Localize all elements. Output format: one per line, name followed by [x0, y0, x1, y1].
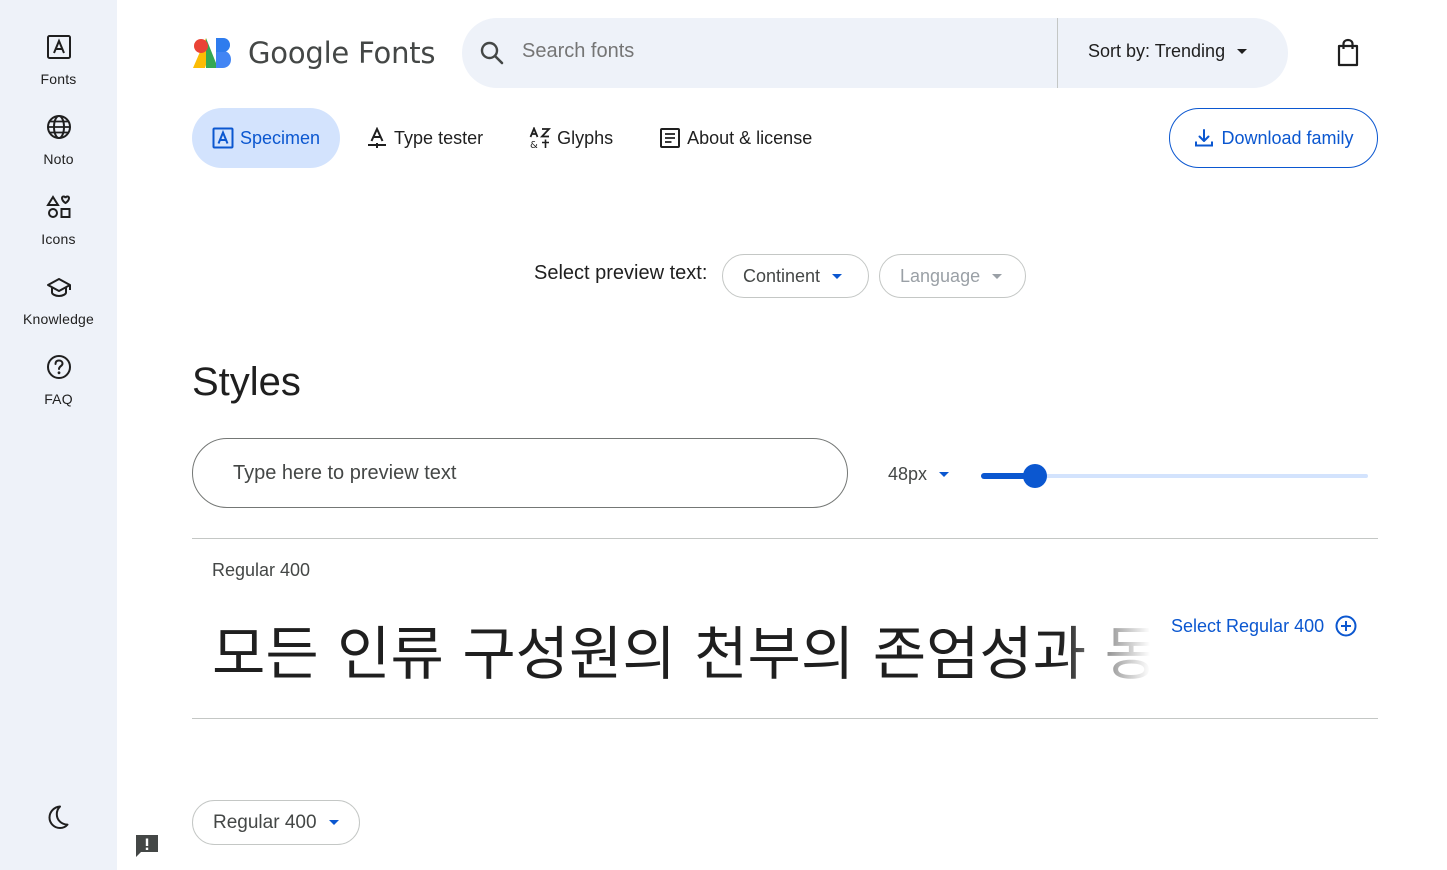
font-size-dropdown[interactable]: 48px — [888, 464, 950, 485]
font-size-label: 48px — [888, 464, 928, 484]
weight-dropdown[interactable]: Regular 400 — [192, 800, 360, 845]
chevron-down-icon — [832, 273, 843, 279]
weight-label: Regular 400 — [213, 811, 317, 833]
download-label: Download family — [1221, 127, 1354, 148]
tab-about-license[interactable]: About & license — [639, 108, 832, 168]
style-name: Regular 400 — [212, 560, 311, 580]
help-circle-icon — [45, 353, 73, 381]
search-icon — [478, 39, 506, 67]
tab-label: About & license — [687, 127, 813, 148]
glyphs-icon: & — [529, 127, 552, 149]
globe-icon — [45, 113, 73, 141]
language-dropdown[interactable]: Language — [879, 254, 1026, 298]
type-tester-icon — [366, 127, 388, 149]
select-style-label: Select Regular 400 — [1171, 615, 1325, 636]
tab-label: Glyphs — [557, 127, 614, 148]
divider — [192, 538, 1378, 539]
feedback-icon[interactable] — [133, 832, 161, 860]
dark-mode-icon[interactable] — [43, 803, 71, 831]
styles-heading: Styles — [192, 360, 301, 404]
navigation-rail: Fonts Noto Icons Knowledge FAQ — [0, 0, 117, 870]
add-circle-icon — [1334, 614, 1358, 638]
svg-text:&: & — [530, 140, 538, 149]
continent-label: Continent — [743, 265, 821, 286]
tab-label: Type tester — [394, 127, 484, 148]
google-fonts-logo[interactable]: Google Fonts — [192, 36, 436, 70]
slider-thumb[interactable] — [1023, 464, 1048, 488]
sample-fade — [1060, 612, 1150, 696]
shopping-bag-icon[interactable] — [1334, 38, 1362, 68]
chevron-down-icon — [328, 820, 339, 825]
download-icon — [1193, 127, 1215, 149]
tab-type-tester[interactable]: Type tester — [346, 108, 503, 168]
preview-text-input[interactable] — [192, 438, 848, 508]
shapes-icon — [45, 193, 73, 221]
preview-text-label: Select preview text: — [534, 262, 708, 284]
rail-item-icons[interactable]: Icons — [0, 193, 117, 247]
graduation-cap-icon — [45, 273, 73, 301]
style-sample: 모든 인류 구성원의 천부의 존엄성과 동등하고 양도할 수 없는 권리를 — [212, 612, 1150, 696]
sample-text: 모든 인류 구성원의 천부의 존엄성과 동등하고 양도할 수 없는 권리를 — [212, 620, 1150, 688]
specimen-tabs: Specimen Type tester & Glyphs About & li… — [192, 108, 838, 168]
logo-text: Google Fonts — [248, 36, 436, 70]
rail-item-label: Icons — [41, 231, 76, 247]
select-style-button[interactable]: Select Regular 400 — [1171, 614, 1358, 638]
search-input[interactable] — [522, 40, 1042, 63]
specimen-icon — [212, 127, 234, 149]
search-divider — [1057, 18, 1058, 88]
tab-specimen[interactable]: Specimen — [192, 108, 341, 168]
chevron-down-icon — [992, 273, 1003, 279]
sort-label: Sort by: Trending — [1088, 41, 1226, 61]
divider — [192, 718, 1378, 719]
rail-item-label: Knowledge — [22, 311, 95, 327]
rail-item-fonts[interactable]: Fonts — [0, 33, 117, 87]
font-size-slider[interactable] — [981, 462, 1368, 490]
chevron-down-icon — [939, 472, 950, 477]
chevron-down-icon — [1237, 49, 1248, 54]
rail-item-faq[interactable]: FAQ — [0, 353, 117, 407]
rail-item-label: Noto — [43, 151, 74, 167]
tab-label: Specimen — [240, 127, 321, 148]
google-fonts-logo-icon — [192, 37, 232, 69]
search-bar: Sort by: Trending — [462, 18, 1288, 88]
rail-item-knowledge[interactable]: Knowledge — [0, 273, 117, 327]
sort-dropdown[interactable]: Sort by: Trending — [1088, 41, 1248, 62]
tab-glyphs[interactable]: & Glyphs — [509, 108, 633, 168]
article-icon — [659, 127, 681, 149]
rail-item-label: FAQ — [44, 391, 73, 407]
rail-item-label: Fonts — [40, 71, 77, 87]
download-family-button[interactable]: Download family — [1169, 108, 1378, 168]
language-label: Language — [900, 265, 981, 286]
font-icon — [45, 33, 73, 61]
rail-item-noto[interactable]: Noto — [0, 113, 117, 167]
continent-dropdown[interactable]: Continent — [722, 254, 869, 298]
